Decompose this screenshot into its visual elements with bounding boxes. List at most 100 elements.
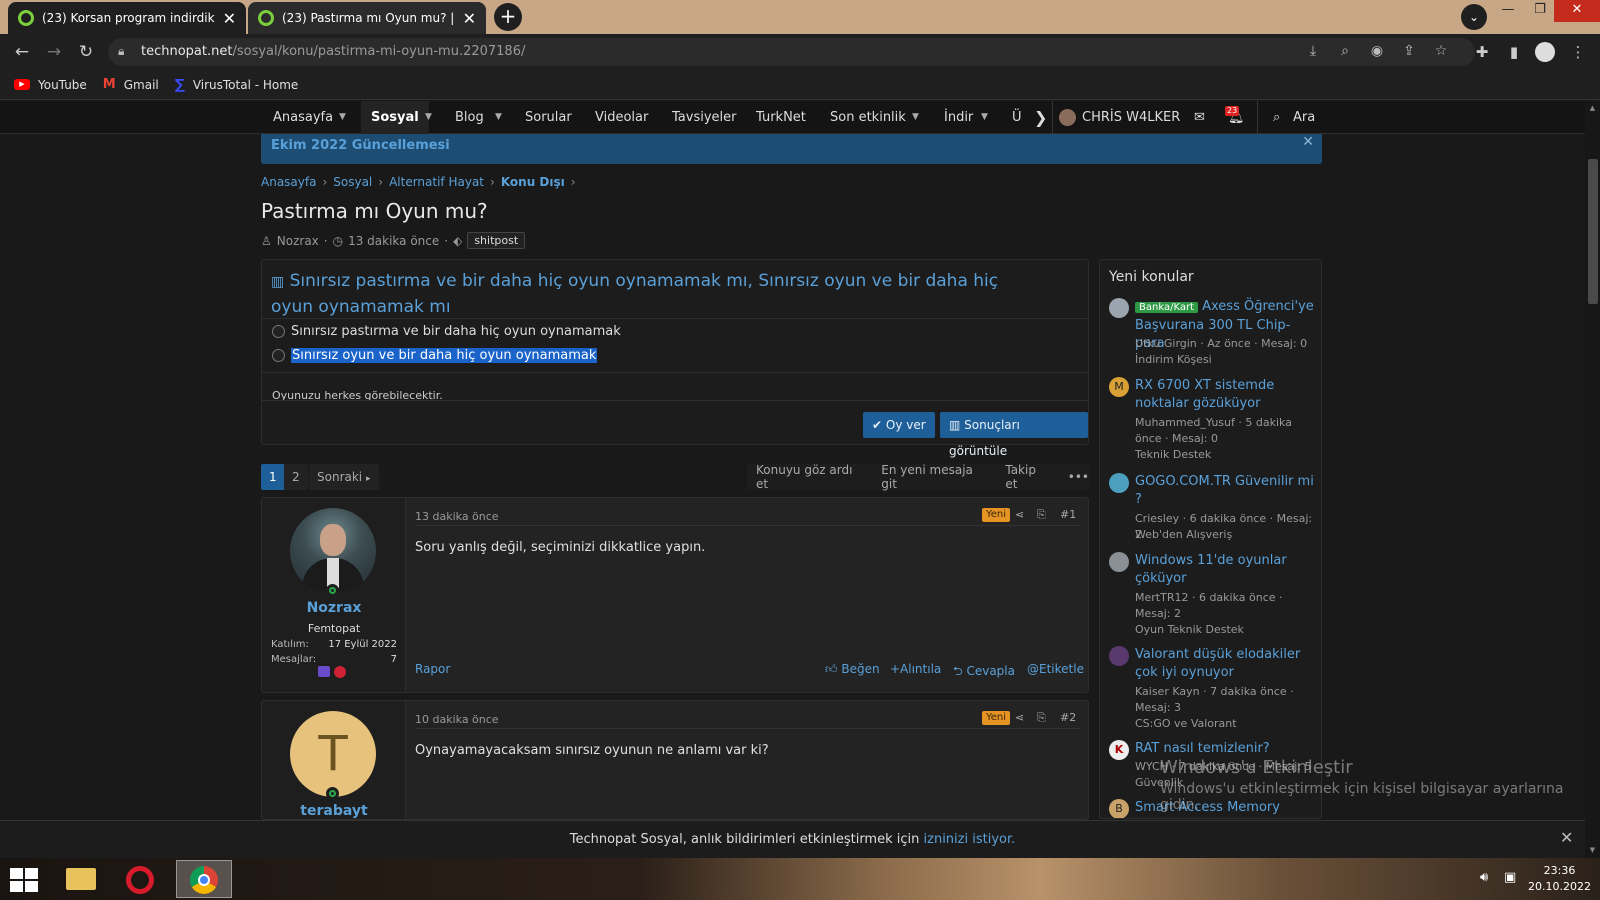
watch-thread-link[interactable]: Takip et <box>1005 463 1049 491</box>
scroll-right-icon[interactable]: ❯ <box>1034 101 1047 134</box>
extensions-icon[interactable]: ✚ <box>1471 41 1493 63</box>
vote-button[interactable]: ✔ Oy ver <box>863 412 935 438</box>
quote-button[interactable]: +Alıntıla <box>890 662 941 676</box>
avatar[interactable] <box>290 508 376 594</box>
push-permission-link[interactable]: izninizi istiyor. <box>924 832 1016 847</box>
poll-option-label[interactable]: Sınırsız pastırma ve bir daha hiç oyun o… <box>291 324 621 339</box>
poll-option-2[interactable]: Sınırsız oyun ve bir daha hiç oyun oynam… <box>272 348 598 363</box>
page-2-button[interactable]: 2 <box>284 464 308 490</box>
menu-kebab-icon[interactable]: ⋮ <box>1567 41 1589 63</box>
avatar[interactable]: T <box>290 711 376 797</box>
volume-icon[interactable]: 🔊︎ <box>1480 870 1488 885</box>
breadcrumb-item[interactable]: Alternatif Hayat <box>389 175 484 189</box>
nav-tavsiyeler[interactable]: Tavsiyeler <box>672 101 736 134</box>
side-panel-icon[interactable]: ▮ <box>1503 41 1525 63</box>
chevron-down-icon[interactable]: ▼ <box>495 101 502 134</box>
page-1-button[interactable]: 1 <box>261 464 285 490</box>
bookmark-youtube[interactable]: ▶ YouTube <box>14 78 87 92</box>
post-number[interactable]: #2 <box>1060 711 1076 724</box>
poll-option-1[interactable]: Sınırsız pastırma ve bir daha hiç oyun o… <box>272 324 621 339</box>
bookmark-virustotal[interactable]: ∑ VirusTotal - Home <box>175 77 299 93</box>
share-icon[interactable]: ⋖ <box>1015 711 1024 724</box>
window-close-icon[interactable]: ✕ <box>1554 0 1600 22</box>
view-results-button[interactable]: ▥ Sonuçları görüntüle <box>940 412 1088 458</box>
scrollbar-thumb[interactable] <box>1588 159 1598 304</box>
tracking-eye-icon[interactable]: ◉ <box>1367 43 1387 61</box>
post-username[interactable]: Nozrax <box>262 600 406 616</box>
inbox-icon[interactable]: ✉ <box>1194 101 1205 134</box>
avatar[interactable] <box>1109 552 1129 572</box>
post-username[interactable]: terabayt <box>262 803 406 819</box>
sidebar-thread-forum[interactable]: İndirim Köşesi <box>1135 352 1315 368</box>
sidebar-thread-forum[interactable]: CS:GO ve Valorant <box>1135 716 1315 732</box>
scroll-down-icon[interactable]: ▼ <box>1585 843 1600 858</box>
network-icon[interactable]: ▣ <box>1504 870 1516 885</box>
scroll-up-icon[interactable]: ▲ <box>1585 101 1600 116</box>
nav-indir[interactable]: İndir <box>944 101 973 134</box>
thread-title[interactable]: Windows 11'de oyunlar çöküyor <box>1135 552 1315 588</box>
bookmark-star-icon[interactable]: ☆ <box>1431 43 1451 61</box>
windows-badge-icon[interactable] <box>318 666 330 677</box>
post-number[interactable]: #1 <box>1060 508 1076 521</box>
new-tab-button[interactable]: + <box>494 3 522 31</box>
avatar[interactable] <box>1109 473 1129 493</box>
avatar[interactable]: K <box>1109 740 1129 760</box>
nav-anasayfa[interactable]: Anasayfa <box>273 101 333 134</box>
chevron-down-icon[interactable]: ▼ <box>981 101 988 134</box>
chevron-down-icon[interactable]: ▼ <box>339 101 346 134</box>
ignore-thread-link[interactable]: Konuyu göz ardı et <box>756 463 863 491</box>
breadcrumb-item[interactable]: Anasayfa <box>261 175 316 189</box>
nav-more[interactable]: Ü <box>1012 101 1022 134</box>
close-tab-icon[interactable]: ✕ <box>223 9 236 28</box>
like-button[interactable]: 👍︎ Beğen <box>825 662 880 677</box>
sidebar-thread-forum[interactable]: Oyun Teknik Destek <box>1135 622 1315 638</box>
thread-author[interactable]: Nozrax <box>277 234 319 248</box>
search-label[interactable]: Ara <box>1293 101 1315 134</box>
close-icon[interactable]: ✕ <box>1302 134 1314 150</box>
more-options-icon[interactable]: ••• <box>1068 470 1089 484</box>
nav-turknet[interactable]: TurkNet <box>756 101 806 134</box>
notice-text[interactable]: Ekim 2022 Güncellemesi <box>271 138 450 153</box>
thread-title[interactable]: RX 6700 XT sistemde noktalar gözüküyor <box>1135 377 1315 413</box>
report-link[interactable]: Rapor <box>415 662 450 676</box>
nav-blog[interactable]: Blog <box>455 101 484 134</box>
bookmark-icon[interactable]: ⎘ <box>1037 711 1046 725</box>
browser-tab-1[interactable]: (23) Korsan program indirdikten sonra ✕ <box>8 2 246 34</box>
nav-sorular[interactable]: Sorular <box>525 101 572 134</box>
profile-avatar-icon[interactable] <box>1535 42 1555 62</box>
nav-videolar[interactable]: Videolar <box>595 101 648 134</box>
poll-option-label[interactable]: Sınırsız oyun ve bir daha hiç oyun oynam… <box>291 348 598 363</box>
browser-tab-2[interactable]: (23) Pastırma mı Oyun mu? | Technopat ✕ <box>248 2 486 34</box>
bookmark-gmail[interactable]: M Gmail <box>103 77 159 92</box>
nav-sosyal[interactable]: Sosyal <box>361 101 429 134</box>
post-time[interactable]: 10 dakika önce <box>415 713 499 726</box>
restore-icon[interactable]: ❐ <box>1524 0 1556 22</box>
reply-button[interactable]: ⮌ Cevapla <box>953 662 1015 683</box>
search-icon[interactable]: ⌕ <box>1273 101 1280 134</box>
reload-icon[interactable]: ↻ <box>74 40 98 64</box>
sidebar-thread-forum[interactable]: Web'den Alışveriş <box>1135 527 1315 543</box>
share-icon[interactable]: ⇪ <box>1399 43 1419 61</box>
user-avatar[interactable] <box>1059 109 1076 126</box>
avatar[interactable]: B <box>1109 799 1129 818</box>
sidebar-thread-forum[interactable]: Teknik Destek <box>1135 447 1315 463</box>
mention-button[interactable]: @Etiketle <box>1027 662 1084 676</box>
bookmark-icon[interactable]: ⎘ <box>1037 508 1046 522</box>
avatar[interactable] <box>1109 298 1129 318</box>
chevron-down-icon[interactable]: ▼ <box>912 101 919 134</box>
share-icon[interactable]: ⋖ <box>1015 508 1024 521</box>
radio-button[interactable] <box>272 349 285 362</box>
thread-title[interactable]: Valorant düşük elodakiler çok iyi oynuyo… <box>1135 646 1315 682</box>
radio-button[interactable] <box>272 325 285 338</box>
address-bar[interactable]: 🔒︎ technopat.net/sosyal/konu/pastirma-mi… <box>108 38 1475 66</box>
account-username[interactable]: CHRİS W4LKER <box>1082 101 1180 134</box>
forward-icon[interactable]: → <box>42 40 66 64</box>
tag-pill[interactable]: shitpost <box>467 232 526 249</box>
nav-son-etkinlik[interactable]: Son etkinlik <box>830 101 906 134</box>
avatar[interactable]: M <box>1109 377 1129 397</box>
minimize-icon[interactable]: — <box>1492 0 1524 22</box>
breadcrumb-item[interactable]: Konu Dışı <box>501 175 565 189</box>
next-page-button[interactable]: Sonraki ▸ <box>309 464 379 490</box>
thread-title[interactable]: RAT nasıl temizlenir? <box>1135 740 1315 758</box>
thread-time[interactable]: 13 dakika önce <box>348 234 439 248</box>
